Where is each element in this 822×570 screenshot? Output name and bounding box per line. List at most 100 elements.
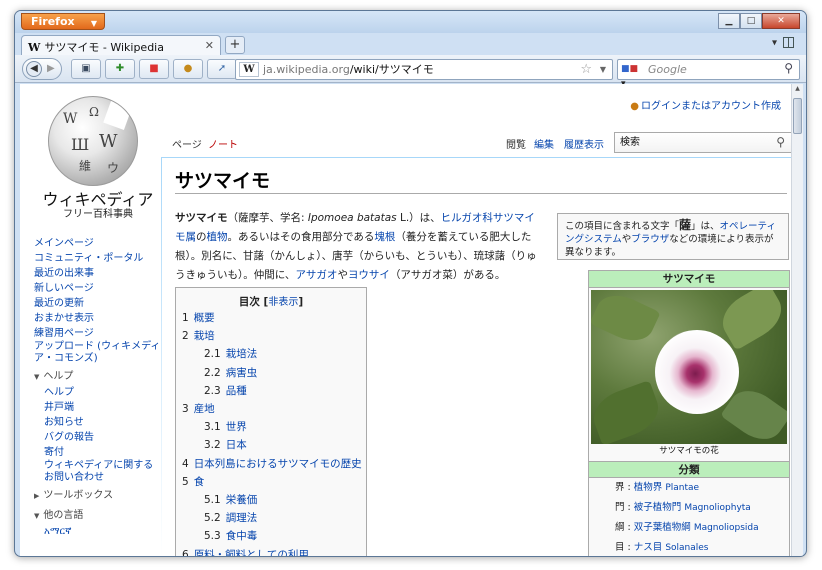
link-morning-glory[interactable]: アサガオ: [295, 269, 337, 281]
tab-groups-icon[interactable]: [783, 37, 794, 48]
url-bar[interactable]: Wja.wikipedia.org/wiki/サツマイモ ☆ ▼: [235, 59, 613, 80]
sidebar-heading-help[interactable]: ▼ ヘルプ: [34, 369, 162, 385]
toc-item-number: 5.3: [204, 530, 221, 543]
site-identity-icon[interactable]: W: [239, 62, 259, 77]
sidebar-item-random[interactable]: おまかせ表示: [34, 311, 162, 326]
sidebar-item-bug-report[interactable]: バグの報告: [44, 430, 162, 445]
link-plant[interactable]: 植物: [207, 231, 228, 243]
bookmark-manager-icon[interactable]: ▣: [71, 59, 101, 79]
toc-item[interactable]: 3.2 日本: [182, 436, 360, 454]
sidebar-item-new-pages[interactable]: 新しいページ: [34, 281, 162, 296]
wiki-search-input[interactable]: 検索 ⚲: [614, 132, 791, 153]
new-tab-button[interactable]: +: [225, 36, 245, 54]
close-icon[interactable]: ✕: [762, 13, 800, 29]
taxon-name-link[interactable]: ナス目: [634, 542, 663, 553]
maximize-icon[interactable]: □: [740, 13, 762, 29]
minimize-icon[interactable]: ▁: [718, 13, 740, 29]
link-convolvulaceae[interactable]: ヒルガオ科: [441, 212, 493, 224]
search-engine-google-icon[interactable]: ■■ ▾: [621, 62, 643, 89]
logo-glyph-ww: W: [63, 111, 78, 127]
search-icon[interactable]: ⚲: [776, 133, 785, 152]
taxobox-title: サツマイモ: [589, 271, 789, 288]
toc-item[interactable]: 5食: [182, 473, 360, 491]
google-toolbar-icon[interactable]: ■: [139, 59, 169, 79]
sidebar-item-village-pump[interactable]: 井戸端: [44, 400, 162, 415]
url-path: /wiki/サツマイモ: [349, 63, 434, 76]
sidebar-heading-toolbox[interactable]: ▶ ツールボックス: [34, 488, 162, 504]
toc-item[interactable]: 5.3 食中毒: [182, 527, 360, 545]
image-caption: サツマイモの花: [659, 446, 719, 456]
taxon-name-link[interactable]: 植物界: [634, 482, 663, 493]
logo-glyph-i: 維: [79, 159, 92, 173]
toc-item[interactable]: 2.3 品種: [182, 382, 360, 400]
vertical-scrollbar[interactable]: ▲: [791, 84, 803, 556]
toc-item[interactable]: 5.2 調理法: [182, 509, 360, 527]
back-arrow-icon[interactable]: ◀: [26, 61, 42, 77]
toc-item[interactable]: 3.1 世界: [182, 418, 360, 436]
list-tabs-icon[interactable]: ▾: [772, 38, 777, 49]
forward-arrow-icon[interactable]: ▶: [47, 63, 55, 74]
link-browser[interactable]: ブラウザ: [631, 234, 669, 245]
sidebar-item-sandbox[interactable]: 練習用ページ: [34, 326, 162, 341]
toc-item-label: 栽培: [193, 330, 215, 343]
flower-image[interactable]: [591, 290, 787, 444]
search-icon[interactable]: ⚲: [784, 61, 793, 75]
toc-item-label: 食中毒: [225, 530, 258, 543]
sidebar-item-recent-changes[interactable]: 最近の更新: [34, 296, 162, 311]
toc-item[interactable]: 5.1 栄養価: [182, 491, 360, 509]
scrollbar-thumb[interactable]: [793, 98, 802, 134]
url-host: ja.wikipedia.org: [263, 63, 350, 76]
toc-item-number: 2.1: [204, 348, 221, 361]
sidebar-heading-languages[interactable]: ▼ 他の言語: [34, 508, 162, 524]
intro-subject: サツマイモ: [175, 212, 228, 224]
sidebar-item-current-events[interactable]: 最近の出来事: [34, 266, 162, 281]
bookmark-star-icon[interactable]: ☆: [580, 60, 592, 79]
link-tuberous-root[interactable]: 塊根: [374, 231, 395, 243]
wikipedia-logo[interactable]: W Ω Ш W 維 ウ: [48, 96, 138, 186]
addon-puzzle-icon[interactable]: ✚: [105, 59, 135, 79]
browser-search-box[interactable]: ■■ ▾ Google ⚲: [617, 59, 800, 89]
sidebar-item-community-portal[interactable]: コミュニティ・ポータル: [34, 251, 162, 266]
sidebar-item-upload[interactable]: アップロード (ウィキメディア・コモンズ): [34, 341, 162, 365]
sidebar-item-language[interactable]: አማርኛ: [44, 524, 162, 539]
tab-talk[interactable]: ノート: [202, 135, 244, 157]
tab-edit[interactable]: 編集: [528, 135, 560, 157]
toc-item-number: 2.3: [204, 384, 221, 397]
leaf-shape: [591, 290, 661, 349]
toc-title: 目次 [非表示]: [238, 296, 304, 308]
sidebar-item-contact[interactable]: ウィキペディアに関するお問い合わせ: [44, 460, 162, 484]
intro-text: や: [337, 269, 348, 281]
sidebar-item-main-page[interactable]: メインページ: [34, 236, 162, 251]
tab-history[interactable]: 履歴表示: [558, 135, 610, 157]
sidebar-item-help[interactable]: ヘルプ: [44, 385, 162, 400]
taxon-separator: :: [624, 502, 634, 513]
tab-wikipedia[interactable]: W サツマイモ - Wikipedia ✕: [21, 35, 221, 55]
toc-item[interactable]: 4 日本列島におけるサツマイモの歴史: [182, 455, 362, 473]
toc-item[interactable]: 6 原料・飼料としての利用: [182, 546, 360, 556]
url-history-dropdown-icon[interactable]: ▼: [600, 60, 606, 79]
taxon-name-link[interactable]: 双子葉植物綱: [634, 522, 691, 533]
firefox-menu-label: Firefox: [31, 15, 75, 28]
sidebar-item-donate[interactable]: 寄付: [44, 445, 162, 460]
notice-text: この項目に含まれる文字「: [565, 221, 680, 232]
intro-paragraph: サツマイモ（薩摩芋、学名: Ipomoea batatas L.）は、ヒルガオ科…: [175, 209, 543, 285]
taxobox-row: 目 : ナス目 Solanales: [589, 538, 789, 556]
toc-item[interactable]: 2.2 病害虫: [182, 364, 360, 382]
tools-icon[interactable]: ➚: [207, 59, 237, 79]
link-water-spinach[interactable]: ヨウサイ: [348, 269, 390, 281]
logo-glyph-u: ウ: [107, 161, 120, 175]
toc-item[interactable]: 3 産地: [182, 400, 360, 418]
toc-item[interactable]: 2.1 栽培法: [182, 345, 360, 363]
toc-item[interactable]: 2 栽培: [182, 327, 360, 345]
login-link[interactable]: ● ログインまたはアカウント作成: [630, 97, 781, 112]
cache-icon[interactable]: ●: [173, 59, 203, 79]
toc-item-label: 概要: [193, 312, 215, 324]
firefox-menu-button[interactable]: Firefox ▼: [21, 13, 105, 30]
toc-item[interactable]: 1 概要: [182, 309, 360, 327]
toc-hide-toggle[interactable]: 非表示: [268, 297, 298, 308]
scroll-up-icon[interactable]: ▲: [793, 85, 802, 94]
taxon-separator: :: [624, 542, 634, 553]
sidebar-item-notices[interactable]: お知らせ: [44, 415, 162, 430]
tab-close-icon[interactable]: ✕: [205, 39, 214, 52]
taxon-name-link[interactable]: 被子植物門: [634, 502, 682, 513]
